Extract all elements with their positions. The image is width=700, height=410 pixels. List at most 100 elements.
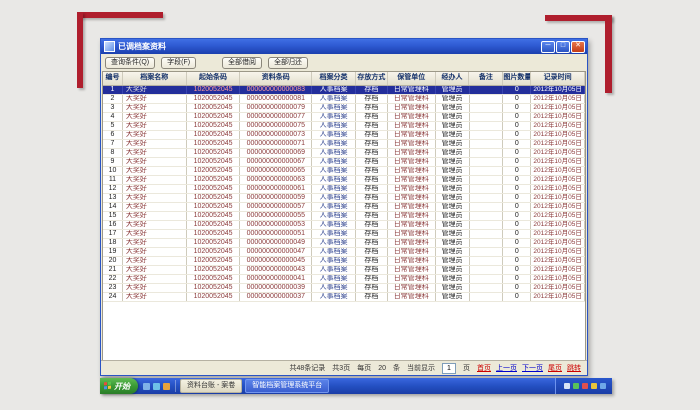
column-header[interactable]: 档案分类: [312, 72, 356, 85]
table-row[interactable]: 23大奖好1020052045000000000000039人事档案存档日常管理…: [103, 284, 585, 293]
table-row[interactable]: 2大奖好1020052045000000000000081人事档案存档日常管理科…: [103, 95, 585, 104]
network-icon[interactable]: [591, 383, 597, 389]
pagination-link[interactable]: 下一页: [522, 363, 543, 373]
table-cell: 日常管理科: [388, 176, 436, 184]
table-cell: 1020052045: [187, 185, 241, 193]
table-row[interactable]: 12大奖好1020052045000000000000061人事档案存档日常管理…: [103, 185, 585, 194]
slide-background: 已调档案资料 ─ □ ✕ 查询条件(Q) 字段(F) 全部借阅 全部归还 编号档…: [0, 0, 700, 410]
table-cell: 000000000000041: [240, 275, 312, 283]
table-row[interactable]: 19大奖好1020052045000000000000047人事档案存档日常管理…: [103, 248, 585, 257]
column-header[interactable]: 存放方式: [356, 72, 388, 85]
table-row[interactable]: 22大奖好1020052045000000000000041人事档案存档日常管理…: [103, 275, 585, 284]
column-header[interactable]: 资料条码: [240, 72, 312, 85]
return-all-button[interactable]: 全部归还: [268, 57, 308, 69]
column-header[interactable]: 图片数量: [503, 72, 531, 85]
current-display-label: 当前显示: [407, 363, 435, 373]
table-row[interactable]: 14大奖好1020052045000000000000057人事档案存档日常管理…: [103, 203, 585, 212]
table-row[interactable]: 10大奖好1020052045000000000000065人事档案存档日常管理…: [103, 167, 585, 176]
table-cell: 000000000000083: [240, 86, 312, 94]
minimize-button[interactable]: ─: [541, 41, 555, 53]
media-player-icon[interactable]: [163, 383, 170, 390]
table-row[interactable]: 4大奖好1020052045000000000000077人事档案存档日常管理科…: [103, 113, 585, 122]
fields-button[interactable]: 字段(F): [161, 57, 196, 69]
show-desktop-icon[interactable]: [143, 383, 150, 390]
table-row[interactable]: 5大奖好1020052045000000000000075人事档案存档日常管理科…: [103, 122, 585, 131]
pagination-link[interactable]: 首页: [477, 363, 491, 373]
table-row[interactable]: 13大奖好1020052045000000000000059人事档案存档日常管理…: [103, 194, 585, 203]
taskbar-task-button[interactable]: 资料台账 - 案卷: [180, 379, 242, 393]
maximize-button[interactable]: □: [556, 41, 570, 53]
table-cell: 管理员: [436, 257, 470, 265]
column-header[interactable]: 备注: [469, 72, 503, 85]
table-cell: 管理员: [436, 122, 470, 130]
table-cell: 管理员: [436, 275, 470, 283]
table-cell: 1020052045: [187, 257, 241, 265]
table-cell: 人事档案: [312, 122, 356, 130]
table-cell: 000000000000073: [240, 131, 312, 139]
table-row[interactable]: 7大奖好1020052045000000000000071人事档案存档日常管理科…: [103, 140, 585, 149]
table-row[interactable]: 18大奖好1020052045000000000000049人事档案存档日常管理…: [103, 239, 585, 248]
table-cell: 2012年10月05日: [531, 275, 585, 283]
table-row[interactable]: 16大奖好1020052045000000000000053人事档案存档日常管理…: [103, 221, 585, 230]
borrow-all-button[interactable]: 全部借阅: [222, 57, 262, 69]
table-cell: 存档: [356, 275, 388, 283]
table-row[interactable]: 1大奖好1020052045000000000000083人事档案存档日常管理科…: [103, 86, 585, 95]
table-row[interactable]: 3大奖好1020052045000000000000079人事档案存档日常管理科…: [103, 104, 585, 113]
table-row[interactable]: 11大奖好1020052045000000000000063人事档案存档日常管理…: [103, 176, 585, 185]
column-header[interactable]: 保管单位: [388, 72, 436, 85]
table-row[interactable]: 9大奖好1020052045000000000000067人事档案存档日常管理科…: [103, 158, 585, 167]
table-cell: 人事档案: [312, 86, 356, 94]
page-number-input[interactable]: [442, 363, 456, 374]
table-cell: 大奖好: [123, 194, 187, 202]
ie-browser-icon[interactable]: [153, 383, 160, 390]
table-cell: 1020052045: [187, 158, 241, 166]
volume-icon[interactable]: [564, 383, 570, 389]
table-cell: 管理员: [436, 149, 470, 157]
start-button[interactable]: 开始: [100, 378, 138, 394]
column-header[interactable]: 起始条码: [187, 72, 241, 85]
input-method-icon[interactable]: [600, 383, 606, 389]
table-cell: 2012年10月05日: [531, 158, 585, 166]
table-cell: 存档: [356, 203, 388, 211]
table-cell: 存档: [356, 185, 388, 193]
table-cell: 2012年10月05日: [531, 86, 585, 94]
taskbar-task-button[interactable]: 智能档案管理系统平台: [245, 379, 329, 393]
query-conditions-button[interactable]: 查询条件(Q): [105, 57, 155, 69]
table-cell: 0: [503, 257, 531, 265]
message-icon[interactable]: [582, 383, 588, 389]
column-header[interactable]: 记录时间: [531, 72, 585, 85]
table-row[interactable]: 24大奖好1020052045000000000000037人事档案存档日常管理…: [103, 293, 585, 302]
table-cell: 6: [103, 131, 123, 139]
table-cell: [470, 194, 504, 202]
window-titlebar[interactable]: 已调档案资料 ─ □ ✕: [101, 39, 587, 54]
column-header[interactable]: 编号: [103, 72, 123, 85]
table-cell: 1020052045: [187, 176, 241, 184]
app-icon: [104, 41, 115, 52]
table-cell: 人事档案: [312, 230, 356, 238]
table-cell: 15: [103, 212, 123, 220]
column-header[interactable]: 经办人: [436, 72, 470, 85]
table-row[interactable]: 17大奖好1020052045000000000000051人事档案存档日常管理…: [103, 230, 585, 239]
table-cell: 000000000000055: [240, 212, 312, 220]
pagination-link[interactable]: 上一页: [496, 363, 517, 373]
column-header[interactable]: 档案名称: [123, 72, 187, 85]
table-cell: 12: [103, 185, 123, 193]
table-cell: 日常管理科: [388, 293, 436, 301]
table-row[interactable]: 20大奖好1020052045000000000000045人事档案存档日常管理…: [103, 257, 585, 266]
table-cell: 大奖好: [123, 104, 187, 112]
pagination-link[interactable]: 跳转: [567, 363, 581, 373]
table-row[interactable]: 8大奖好1020052045000000000000069人事档案存档日常管理科…: [103, 149, 585, 158]
table-cell: [470, 113, 504, 121]
table-cell: 存档: [356, 248, 388, 256]
antivirus-icon[interactable]: [573, 383, 579, 389]
table-cell: 000000000000079: [240, 104, 312, 112]
table-row[interactable]: 21大奖好1020052045000000000000043人事档案存档日常管理…: [103, 266, 585, 275]
pagination-link[interactable]: 尾页: [548, 363, 562, 373]
table-row[interactable]: 6大奖好1020052045000000000000073人事档案存档日常管理科…: [103, 131, 585, 140]
app-window: 已调档案资料 ─ □ ✕ 查询条件(Q) 字段(F) 全部借阅 全部归还 编号档…: [100, 38, 588, 376]
quick-launch-area: [138, 380, 176, 392]
close-button[interactable]: ✕: [571, 41, 585, 53]
table-row[interactable]: 15大奖好1020052045000000000000055人事档案存档日常管理…: [103, 212, 585, 221]
table-cell: 4: [103, 113, 123, 121]
table-cell: 大奖好: [123, 239, 187, 247]
